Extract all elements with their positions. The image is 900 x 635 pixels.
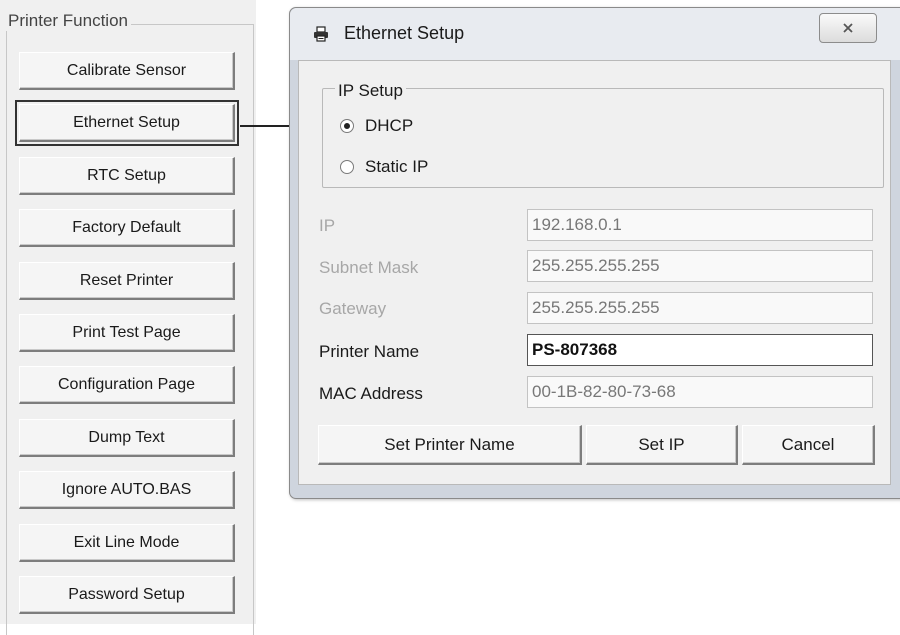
calibrate-sensor-button[interactable]: Calibrate Sensor (19, 52, 235, 90)
subnet-mask-field[interactable] (527, 250, 873, 282)
mac-address-field[interactable] (527, 376, 873, 408)
printer-icon (314, 26, 328, 42)
set-printer-name-button[interactable]: Set Printer Name (318, 425, 582, 465)
set-ip-button[interactable]: Set IP (586, 425, 738, 465)
printer-name-label: Printer Name (319, 342, 420, 361)
exit-line-mode-button[interactable]: Exit Line Mode (19, 524, 235, 562)
rtc-setup-button[interactable]: RTC Setup (19, 157, 235, 195)
dhcp-label: DHCP (365, 116, 414, 135)
printer-name-field[interactable] (527, 334, 873, 366)
static-ip-radio-option[interactable]: Static IP (340, 157, 428, 177)
dialog-titlebar[interactable]: Ethernet Setup (290, 8, 900, 60)
dialog-title: Ethernet Setup (344, 23, 465, 43)
static-ip-radio[interactable] (340, 160, 354, 174)
ignore-auto-bas-button[interactable]: Ignore AUTO.BAS (19, 471, 235, 509)
close-button[interactable] (819, 13, 877, 43)
ethernet-setup-button[interactable]: Ethernet Setup (15, 100, 239, 146)
dhcp-radio[interactable] (340, 119, 354, 133)
ip-label: IP (319, 216, 336, 235)
ethernet-setup-dialog: Ethernet Setup IP Setup DHCP Static IP I… (289, 7, 900, 499)
printer-function-title: Printer Function (5, 11, 131, 31)
subnet-mask-label: Subnet Mask (319, 258, 419, 277)
gateway-label: Gateway (319, 299, 387, 318)
cancel-button[interactable]: Cancel (742, 425, 875, 465)
reset-printer-button[interactable]: Reset Printer (19, 262, 235, 300)
factory-default-button[interactable]: Factory Default (19, 209, 235, 247)
printer-function-panel: Printer Function Calibrate Sensor Ethern… (0, 0, 256, 635)
password-setup-button[interactable]: Password Setup (19, 576, 235, 614)
mac-address-label: MAC Address (319, 384, 423, 403)
gateway-field[interactable] (527, 292, 873, 324)
dhcp-radio-option[interactable]: DHCP (340, 116, 413, 136)
static-ip-label: Static IP (365, 157, 429, 176)
dialog-client-area: IP Setup DHCP Static IP IP Subnet Mask G… (298, 60, 891, 485)
close-icon (843, 23, 853, 33)
ip-field[interactable] (527, 209, 873, 241)
configuration-page-button[interactable]: Configuration Page (19, 366, 235, 404)
dump-text-button[interactable]: Dump Text (19, 419, 235, 457)
print-test-page-button[interactable]: Print Test Page (19, 314, 235, 352)
ip-setup-title: IP Setup (335, 81, 406, 101)
callout-connector-line (240, 125, 296, 127)
